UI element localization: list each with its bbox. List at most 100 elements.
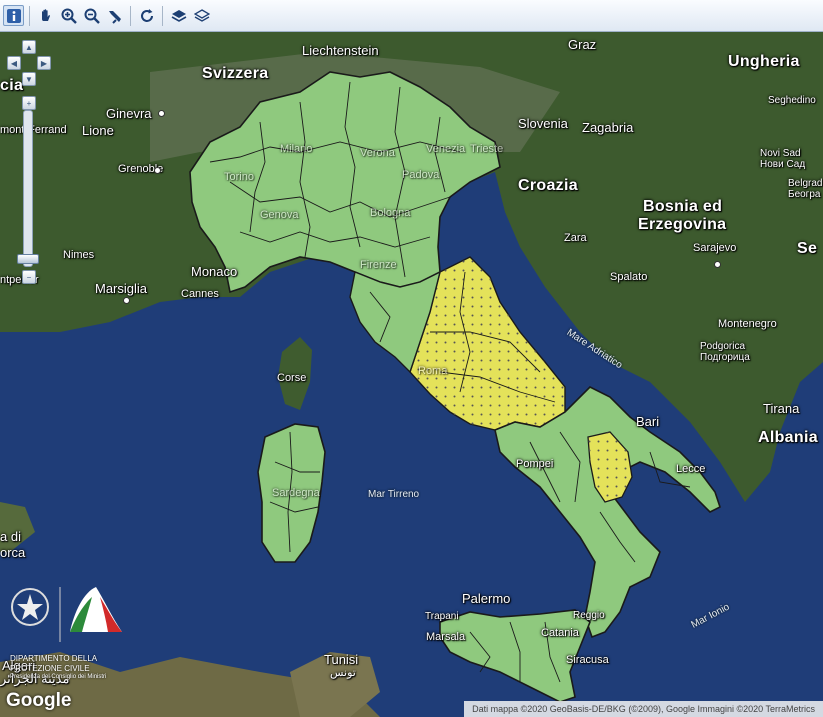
label-sardegna: Sardegna bbox=[272, 487, 320, 499]
emblem-icon bbox=[11, 587, 122, 642]
zoom-plus-button[interactable]: + bbox=[22, 96, 36, 110]
label-mont-ferrand: mont-Ferrand bbox=[0, 124, 67, 136]
label-padova: Padova bbox=[402, 169, 440, 181]
toolbar-separator bbox=[29, 5, 30, 26]
toolbar-separator bbox=[162, 5, 163, 26]
label-venezia: Venezia bbox=[426, 143, 466, 155]
layers-button[interactable] bbox=[168, 5, 189, 26]
zoom-slider-track[interactable] bbox=[23, 110, 33, 267]
label-trieste: Trieste bbox=[470, 143, 504, 155]
layers-icon bbox=[171, 9, 186, 22]
label-a-di: a di bbox=[0, 529, 21, 544]
arrow-right-icon: ▶ bbox=[40, 58, 48, 68]
label-ginevra: Ginevra bbox=[106, 106, 152, 121]
pan-left-button[interactable]: ◀ bbox=[7, 56, 21, 70]
plus-icon: + bbox=[26, 98, 32, 108]
label-lecce: Lecce bbox=[676, 463, 706, 475]
label-corca: orca bbox=[0, 545, 26, 560]
arrow-left-icon: ◀ bbox=[10, 58, 18, 68]
label-corse: Corse bbox=[277, 372, 307, 384]
label-mar-tirreno: Mar Tirreno bbox=[368, 489, 420, 500]
zoom-in-icon bbox=[61, 8, 77, 24]
label-tunisi: Tunisi bbox=[324, 652, 359, 667]
zoom-out-button[interactable] bbox=[81, 5, 102, 26]
label-lione: Lione bbox=[82, 123, 114, 138]
label-verona: Verona bbox=[360, 147, 395, 159]
pan-up-button[interactable]: ▲ bbox=[22, 40, 36, 54]
logo-line1: DIPARTIMENTO DELLA bbox=[10, 654, 98, 663]
zoom-out-icon bbox=[84, 8, 100, 24]
label-bologna: Bologna bbox=[370, 207, 411, 219]
label-se: Se bbox=[797, 240, 818, 257]
label-erzegovina: Erzegovina bbox=[638, 216, 727, 233]
label-torino: Torino bbox=[224, 171, 254, 183]
label-graz: Graz bbox=[568, 37, 597, 52]
label-marsala: Marsala bbox=[426, 631, 466, 643]
label-belgrado: Belgrad bbox=[788, 178, 823, 189]
pan-tool-button[interactable] bbox=[35, 5, 56, 26]
refresh-button[interactable] bbox=[136, 5, 157, 26]
label-firenze: Firenze bbox=[360, 259, 397, 271]
label-nimes: Nimes bbox=[63, 249, 95, 261]
label-pompei: Pompei bbox=[516, 458, 554, 470]
arrow-up-icon: ▲ bbox=[25, 42, 33, 52]
label-cia: cia bbox=[0, 77, 24, 94]
label-tirana: Tirana bbox=[763, 401, 800, 416]
measure-tool-button[interactable] bbox=[104, 5, 125, 26]
label-seghedino: Seghedino bbox=[768, 95, 816, 106]
label-trapani: Trapani bbox=[425, 611, 459, 622]
label-bosnia: Bosnia ed bbox=[643, 198, 723, 215]
pan-down-button[interactable]: ▼ bbox=[22, 72, 36, 86]
label-tunisi-ar: تونس bbox=[330, 667, 356, 679]
info-icon bbox=[6, 8, 21, 23]
pan-hand-icon bbox=[41, 8, 50, 21]
label-catania: Catania bbox=[541, 627, 579, 639]
label-monaco: Monaco bbox=[191, 264, 238, 279]
measure-icon bbox=[108, 10, 121, 24]
city-dot-grenoble bbox=[154, 167, 161, 174]
label-milano: Milano bbox=[280, 143, 313, 155]
label-zagabria: Zagabria bbox=[582, 120, 634, 135]
label-svizzera: Svizzera bbox=[202, 65, 269, 82]
label-zara: Zara bbox=[564, 232, 587, 244]
layers-outline-icon bbox=[193, 8, 210, 22]
logo-line3: Presidenza del Consiglio dei Ministri bbox=[10, 674, 107, 680]
minus-icon: − bbox=[26, 272, 32, 282]
label-cannes: Cannes bbox=[181, 288, 219, 300]
map-attribution: Dati mappa ©2020 GeoBasis-DE/BKG (©2009)… bbox=[464, 701, 823, 717]
label-reggio: Reggio bbox=[573, 610, 605, 621]
label-novi-sad-cyr: Нови Сад bbox=[760, 159, 806, 170]
arrow-down-icon: ▼ bbox=[25, 74, 33, 84]
label-spalato: Spalato bbox=[610, 271, 648, 283]
label-genova: Genova bbox=[260, 209, 299, 221]
toolbar-separator bbox=[130, 5, 131, 26]
label-palermo: Palermo bbox=[462, 591, 511, 606]
map-viewport[interactable]: Svizzera Liechtenstein Graz Ungheria Gin… bbox=[0, 32, 823, 717]
label-liechtenstein: Liechtenstein bbox=[302, 43, 379, 58]
refresh-icon bbox=[140, 8, 153, 22]
info-tool-button[interactable] bbox=[3, 5, 24, 26]
logo-line2: PROTEZIONE CIVILE bbox=[10, 664, 90, 673]
label-marsiglia: Marsiglia bbox=[95, 281, 148, 296]
label-siracusa: Siracusa bbox=[566, 654, 609, 666]
label-bari: Bari bbox=[636, 414, 660, 429]
label-albania: Albania bbox=[758, 429, 818, 446]
label-sarajevo: Sarajevo bbox=[693, 242, 737, 254]
layers-outline-button[interactable] bbox=[191, 5, 212, 26]
label-montenegro: Montenegro bbox=[718, 318, 777, 330]
zoom-minus-button[interactable]: − bbox=[22, 270, 36, 284]
label-ungheria: Ungheria bbox=[728, 53, 800, 70]
city-dot-marsiglia bbox=[123, 297, 130, 304]
label-podgorica-cyr: Подгорица bbox=[700, 352, 750, 363]
label-podgorica: Podgorica bbox=[700, 341, 746, 352]
label-slovenia: Slovenia bbox=[518, 116, 568, 131]
zoom-slider-thumb[interactable] bbox=[17, 254, 39, 264]
label-roma: Roma bbox=[418, 365, 448, 377]
google-logo: Google bbox=[6, 690, 72, 711]
pan-right-button[interactable]: ▶ bbox=[37, 56, 51, 70]
protezione-civile-logo: DIPARTIMENTO DELLA PROTEZIONE CIVILE Pre… bbox=[4, 582, 128, 682]
zoom-in-button[interactable] bbox=[58, 5, 79, 26]
label-croazia: Croazia bbox=[518, 177, 578, 194]
city-dot-sarajevo bbox=[714, 261, 721, 268]
label-beograd-cyr: Београ bbox=[788, 189, 821, 200]
